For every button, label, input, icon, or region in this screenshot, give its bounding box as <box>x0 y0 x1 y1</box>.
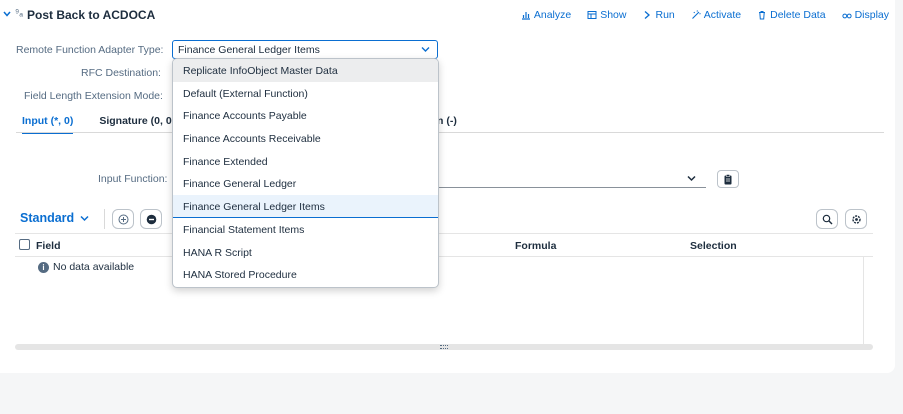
select-all-checkbox[interactable] <box>19 239 30 250</box>
horizontal-scrollbar[interactable] <box>15 344 873 350</box>
adapter-type-value: Finance General Ledger Items <box>178 44 320 56</box>
adapter-type-label: Remote Function Adapter Type: <box>16 44 164 56</box>
page-title: Post Back to ACDOCA <box>27 8 156 22</box>
input-function-label: Input Function: <box>98 173 168 185</box>
toolbar: Analyze Show Run Activate Delete Data Di… <box>521 9 889 21</box>
chevron-down-icon <box>80 215 89 221</box>
scroll-grip-icon <box>440 345 448 349</box>
option-default-external-function[interactable]: Default (External Function) <box>173 82 438 105</box>
tab-partial[interactable]: n (-) <box>437 115 457 132</box>
adapter-type-dropdown-list: Replicate InfoObject Master Data Default… <box>172 58 439 288</box>
page-header: ⁹ₐ Post Back to ACDOCA Analyze Show Run … <box>0 0 895 30</box>
tab-divider <box>16 132 884 133</box>
option-financial-statement-items[interactable]: Financial Statement Items <box>173 218 438 241</box>
search-icon <box>822 214 832 224</box>
option-finance-extended[interactable]: Finance Extended <box>173 150 438 173</box>
column-selection[interactable]: Selection <box>690 240 737 252</box>
remove-circle-icon <box>146 214 156 224</box>
main-panel: ⁹ₐ Post Back to ACDOCA Analyze Show Run … <box>0 0 895 373</box>
activate-label: Activate <box>703 9 742 21</box>
option-hana-stored-procedure[interactable]: HANA Stored Procedure <box>173 263 438 286</box>
option-finance-general-ledger-items[interactable]: Finance General Ledger Items <box>173 195 438 218</box>
option-replicate-infoobject-master-data[interactable]: Replicate InfoObject Master Data <box>173 59 438 82</box>
search-button[interactable] <box>816 209 838 229</box>
analyze-label: Analyze <box>533 9 572 21</box>
table-header: Field Formula Selection <box>15 233 873 257</box>
option-finance-general-ledger[interactable]: Finance General Ledger <box>173 172 438 195</box>
analyze-button[interactable]: Analyze <box>521 9 571 21</box>
clipboard-icon <box>724 173 732 184</box>
info-icon: i <box>38 261 49 273</box>
settings-button[interactable] <box>845 209 867 229</box>
option-hana-r-script[interactable]: HANA R Script <box>173 241 438 264</box>
data-flow-icon: ⁹ₐ <box>15 8 24 19</box>
activate-button[interactable]: Activate <box>691 9 741 21</box>
add-row-button[interactable] <box>112 209 134 229</box>
input-function-select[interactable] <box>436 170 706 188</box>
activate-icon <box>691 10 701 19</box>
delete-data-label: Delete Data <box>770 9 826 21</box>
trash-icon <box>759 11 766 20</box>
run-button[interactable]: Run <box>642 9 675 21</box>
chevron-right-icon <box>645 11 651 19</box>
field-length-extension-label: Field Length Extension Mode: <box>24 90 163 102</box>
toolbar-separator <box>104 209 105 229</box>
remove-row-button[interactable] <box>140 209 162 229</box>
variant-label: Standard <box>20 211 75 225</box>
column-field[interactable]: Field <box>36 240 61 252</box>
value-help-button[interactable] <box>717 170 739 188</box>
empty-table-message: i No data available <box>38 261 134 273</box>
chevron-down-icon[interactable] <box>2 9 12 19</box>
chevron-down-icon <box>687 175 696 182</box>
rfc-destination-label: RFC Destination: <box>81 67 161 79</box>
add-circle-icon <box>118 214 128 224</box>
option-finance-accounts-receivable[interactable]: Finance Accounts Receivable <box>173 127 438 150</box>
show-label: Show <box>600 9 627 21</box>
run-label: Run <box>655 9 675 21</box>
display-label: Display <box>854 9 889 21</box>
variant-selector[interactable]: Standard <box>20 211 89 225</box>
option-finance-accounts-payable[interactable]: Finance Accounts Payable <box>173 104 438 127</box>
adapter-type-select[interactable]: Finance General Ledger Items <box>172 40 438 59</box>
no-data-text: No data available <box>53 261 135 273</box>
delete-data-button[interactable]: Delete Data <box>757 9 826 21</box>
display-button[interactable]: Display <box>841 9 889 21</box>
bar-chart-icon <box>521 12 530 20</box>
gear-icon <box>851 214 861 224</box>
chevron-down-icon <box>421 47 430 52</box>
vertical-scrollbar[interactable] <box>863 257 864 345</box>
table-icon <box>587 11 597 19</box>
column-formula[interactable]: Formula <box>515 240 556 252</box>
glasses-icon <box>841 13 852 19</box>
show-button[interactable]: Show <box>587 9 626 21</box>
